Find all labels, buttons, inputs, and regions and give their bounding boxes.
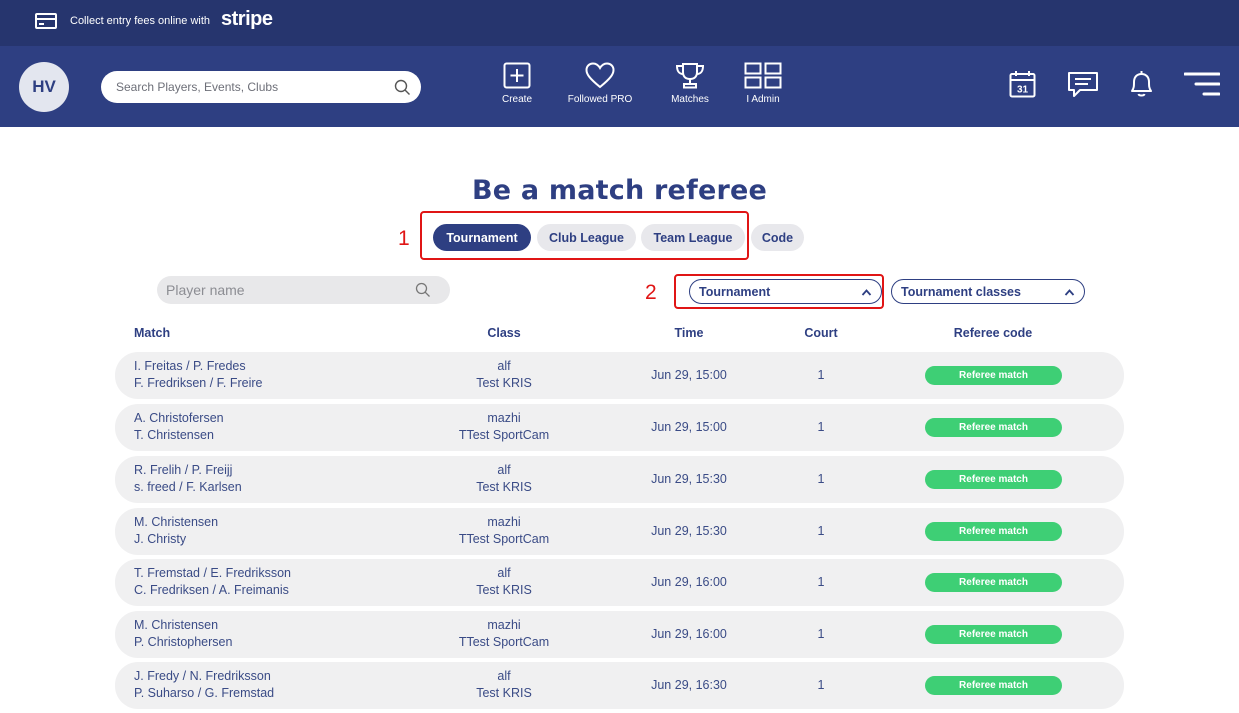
referee-match-button[interactable]: Referee match — [925, 418, 1062, 437]
match-class: alf Test KRIS — [476, 669, 532, 700]
match-time: Jun 29, 16:00 — [651, 627, 727, 641]
tournament-select[interactable]: Tournament — [689, 279, 882, 304]
menu-icon[interactable] — [1183, 71, 1221, 103]
stripe-logo: stripe — [221, 8, 273, 30]
match-class: mazhi TTest SportCam — [458, 515, 550, 546]
match-time: Jun 29, 16:00 — [651, 575, 727, 589]
referee-match-button[interactable]: Referee match — [925, 573, 1062, 592]
player-name-input[interactable] — [166, 281, 406, 299]
match-players: R. Frelih / P. Freijj s. freed / F. Karls… — [134, 463, 242, 494]
tab-code[interactable]: Code — [751, 224, 804, 251]
match-court: 1 — [817, 472, 825, 486]
tournament-select-value: Tournament — [699, 285, 771, 299]
table-row: R. Frelih / P. Freijj s. freed / F. Karls… — [115, 456, 1124, 503]
plus-square-icon — [503, 62, 531, 89]
match-court: 1 — [817, 420, 825, 434]
stripe-banner[interactable]: Collect entry fees online with stripe — [0, 0, 1239, 46]
match-players: A. Christofersen T. Christensen — [134, 411, 224, 442]
page-title: Be a match referee — [471, 175, 768, 206]
chevron-up-icon — [1064, 286, 1075, 300]
table-row: A. Christofersen T. Christensen mazhi TTes… — [115, 404, 1124, 451]
avatar[interactable]: HV — [19, 62, 69, 112]
tournament-classes-value: Tournament classes — [901, 285, 1021, 299]
nav-admin[interactable]: I Admin — [740, 62, 786, 110]
match-players: M. Christensen J. Christy — [134, 515, 219, 546]
chat-icon[interactable] — [1067, 71, 1099, 102]
nav-matches[interactable]: Matches — [665, 62, 715, 110]
global-search — [101, 71, 421, 103]
table-row: M. Christensen P. Christophersen mazhi TTe… — [115, 611, 1124, 658]
match-time: Jun 29, 15:30 — [651, 472, 727, 486]
annotation-number-1: 1 — [398, 227, 410, 250]
match-time: Jun 29, 15:00 — [651, 420, 727, 434]
match-class: alf Test KRIS — [476, 463, 532, 494]
match-time: Jun 29, 15:00 — [651, 368, 727, 382]
tournament-classes-select[interactable]: Tournament classes — [891, 279, 1085, 304]
referee-match-button[interactable]: Referee match — [925, 470, 1062, 489]
calendar-icon[interactable]: 31 — [1009, 70, 1036, 102]
banner-text: Collect entry fees online with — [70, 15, 211, 27]
search-icon[interactable] — [415, 282, 431, 302]
match-class: alf Test KRIS — [476, 359, 532, 390]
match-players: I. Freitas / P. Fredes F. Fredriksen / F.… — [134, 359, 263, 390]
referee-match-button[interactable]: Referee match — [925, 366, 1062, 385]
match-class: alf Test KRIS — [476, 566, 532, 597]
table-row: M. Christensen J. Christy mazhi TTest Spor… — [115, 508, 1124, 555]
trophy-icon — [674, 62, 706, 89]
match-court: 1 — [817, 524, 825, 538]
table-row: I. Freitas / P. Fredes F. Fredriksen / F.… — [115, 352, 1124, 399]
chevron-up-icon — [861, 286, 872, 300]
referee-match-button[interactable]: Referee match — [925, 625, 1062, 644]
column-header-class: Class — [487, 326, 521, 340]
match-court: 1 — [817, 368, 825, 382]
column-header-match: Match — [134, 326, 171, 340]
match-class: mazhi TTest SportCam — [458, 411, 550, 442]
heart-icon — [585, 62, 615, 89]
match-time: Jun 29, 16:30 — [651, 678, 727, 692]
nav-matches-label: Matches — [671, 94, 709, 105]
bell-icon[interactable] — [1128, 70, 1155, 102]
nav-create-label: Create — [501, 94, 532, 105]
column-header-referee-code: Referee code — [953, 326, 1033, 340]
column-header-time: Time — [674, 326, 704, 340]
nav-create[interactable]: Create — [498, 62, 536, 110]
credit-card-icon — [35, 13, 57, 29]
annotation-box-1 — [420, 211, 749, 260]
referee-match-button[interactable]: Referee match — [925, 676, 1062, 695]
column-header-court: Court — [804, 326, 838, 340]
grid-icon — [744, 62, 782, 89]
match-players: M. Christensen P. Christophersen — [134, 618, 233, 649]
match-court: 1 — [817, 627, 825, 641]
match-players: T. Fremstad / E. Fredriksson C. Fredrikse… — [134, 566, 291, 597]
top-navigation: HV Create Followed PRO Matches I Admin 3… — [0, 46, 1239, 127]
table-row: T. Fremstad / E. Fredriksson C. Fredrikse… — [115, 559, 1124, 606]
nav-admin-label: I Admin — [746, 94, 780, 105]
nav-followed-label: Followed PRO — [567, 94, 633, 105]
calendar-day: 31 — [1017, 85, 1029, 96]
match-court: 1 — [817, 678, 825, 692]
global-search-input[interactable] — [116, 78, 386, 96]
search-icon[interactable] — [394, 79, 411, 100]
nav-followed-pro[interactable]: Followed PRO — [562, 62, 638, 110]
referee-match-button[interactable]: Referee match — [925, 522, 1062, 541]
match-time: Jun 29, 15:30 — [651, 524, 727, 538]
match-players: J. Fredy / N. Fredriksson P. Suharso / G.… — [134, 669, 275, 700]
match-class: mazhi TTest SportCam — [458, 618, 550, 649]
player-name-search — [157, 276, 450, 304]
match-court: 1 — [817, 575, 825, 589]
table-row: J. Fredy / N. Fredriksson P. Suharso / G.… — [115, 662, 1124, 709]
annotation-number-2: 2 — [645, 281, 657, 304]
